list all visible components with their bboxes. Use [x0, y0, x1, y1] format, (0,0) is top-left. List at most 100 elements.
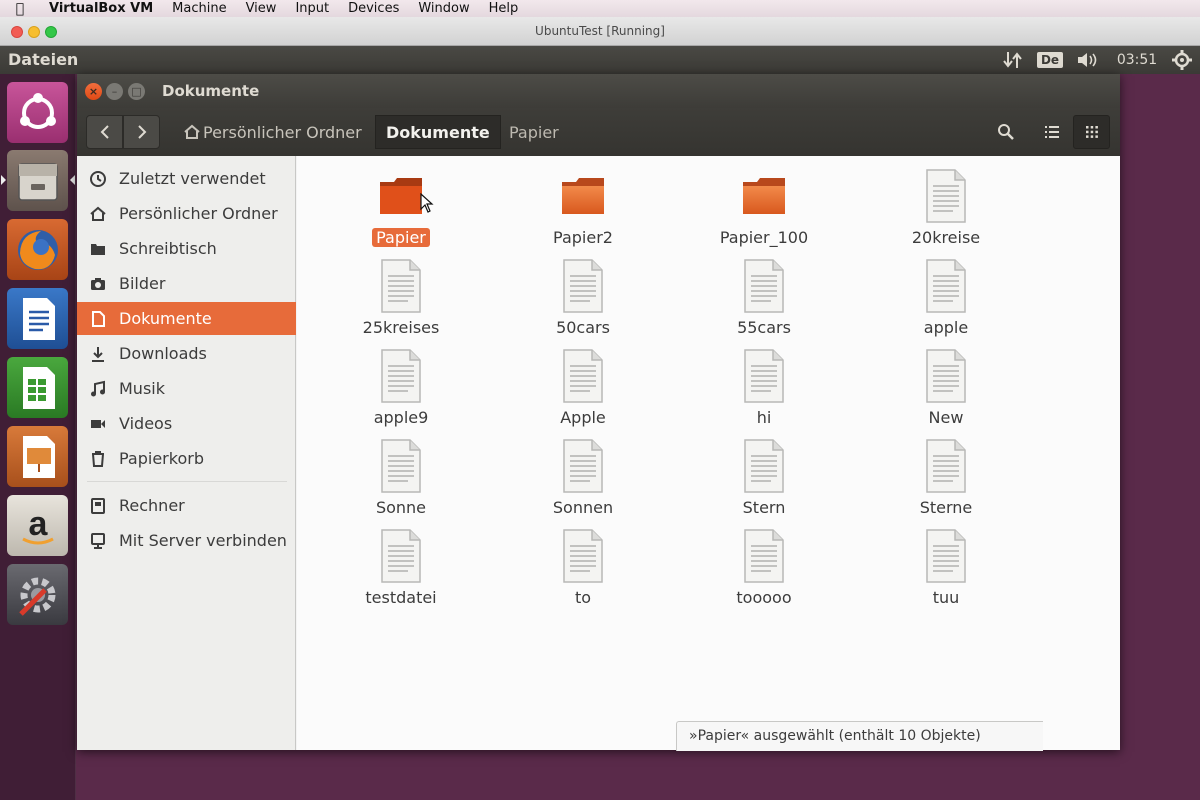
menu-virtualbox-vm[interactable]: VirtualBox VM: [40, 0, 163, 17]
sidebar-item-persönlicher-ordner[interactable]: Persönlicher Ordner: [77, 197, 296, 230]
sidebar-item-videos[interactable]: Videos: [77, 407, 296, 440]
breadcrumb-dokumente[interactable]: Dokumente: [375, 115, 501, 149]
file-name-label: tooooo: [674, 587, 854, 609]
file-item[interactable]: apple: [856, 250, 1036, 340]
search-icon: [997, 124, 1014, 140]
system-settings-icon: [18, 577, 55, 616]
sidebar-item-label: Mit Server verbinden: [119, 531, 287, 550]
text-file-icon: [560, 528, 606, 584]
folder-icon: [89, 240, 107, 258]
file-item[interactable]: Stern: [674, 430, 854, 520]
file-item[interactable]: Sterne: [856, 430, 1036, 520]
vbox-titlebar: UbuntuTest [Running]: [0, 17, 1200, 46]
file-name: 25kreises: [362, 318, 440, 337]
apple-menu-icon[interactable]: : [0, 1, 40, 17]
keyboard-layout-indicator[interactable]: De: [1036, 46, 1064, 74]
folder-item[interactable]: Papier2: [493, 160, 673, 250]
file-name-label: Stern: [674, 497, 854, 519]
launcher-firefox[interactable]: [7, 219, 68, 280]
menu-input[interactable]: Input: [286, 0, 339, 17]
forward-button[interactable]: [123, 115, 160, 149]
sidebar-item-label: Rechner: [119, 496, 185, 515]
file-item[interactable]: hi: [674, 340, 854, 430]
window-maximize-button[interactable]: □: [128, 83, 145, 100]
file-item[interactable]: tuu: [856, 520, 1036, 610]
window-close-button[interactable]: ×: [85, 83, 102, 100]
sidebar-item-papierkorb[interactable]: Papierkorb: [77, 442, 296, 475]
file-name-label: Sterne: [856, 497, 1036, 519]
places-sidebar: Zuletzt verwendet Persönlicher Ordner Schr…: [77, 156, 296, 750]
launcher-impress[interactable]: [7, 426, 68, 487]
file-item[interactable]: Sonne: [311, 430, 491, 520]
file-item[interactable]: Sonnen: [493, 430, 673, 520]
sound-indicator-icon[interactable]: [1074, 46, 1102, 74]
launcher-dash[interactable]: [7, 82, 68, 143]
launcher-settings[interactable]: [7, 564, 68, 625]
file-name: Papier2: [553, 228, 613, 247]
folder-item[interactable]: Papier_100: [674, 160, 854, 250]
libreoffice-calc-icon: [22, 366, 55, 409]
file-name-label: 50cars: [493, 317, 673, 339]
file-name: tooooo: [736, 588, 792, 607]
sidebar-item-zuletzt-verwendet[interactable]: Zuletzt verwendet: [77, 162, 296, 195]
text-file-icon: [560, 258, 606, 314]
unity-launcher: a: [0, 74, 76, 800]
search-button[interactable]: [987, 115, 1024, 149]
file-item[interactable]: tooooo: [674, 520, 854, 610]
list-view-button[interactable]: [1033, 115, 1070, 149]
file-item[interactable]: 25kreises: [311, 250, 491, 340]
music-icon: [89, 380, 107, 398]
back-button[interactable]: [86, 115, 123, 149]
breadcrumb-papier[interactable]: Papier: [498, 115, 570, 149]
file-name: 55cars: [737, 318, 791, 337]
launcher-files[interactable]: [7, 150, 68, 211]
launcher-calc[interactable]: [7, 357, 68, 418]
session-gear-icon[interactable]: [1170, 46, 1194, 74]
sidebar-item-rechner[interactable]: Rechner: [77, 489, 296, 522]
mouse-cursor-icon: [420, 192, 434, 213]
window-minimize-button[interactable]: –: [106, 83, 123, 100]
clock[interactable]: 03:51: [1110, 46, 1164, 74]
sidebar-item-label: Schreibtisch: [119, 239, 217, 258]
menu-machine[interactable]: Machine: [163, 0, 236, 17]
sidebar-item-label: Downloads: [119, 344, 207, 363]
launcher-writer[interactable]: [7, 288, 68, 349]
sidebar-item-schreibtisch[interactable]: Schreibtisch: [77, 232, 296, 265]
file-item[interactable]: New: [856, 340, 1036, 430]
grid-view-button[interactable]: [1073, 115, 1110, 149]
folder-icon: [741, 168, 787, 224]
text-file-icon: [378, 438, 424, 494]
sidebar-item-downloads[interactable]: Downloads: [77, 337, 296, 370]
menu-help[interactable]: Help: [480, 0, 529, 17]
video-icon: [89, 415, 107, 433]
file-name: New: [928, 408, 964, 427]
sidebar-item-mit-server-verbinden[interactable]: Mit Server verbinden: [77, 524, 296, 557]
file-item[interactable]: to: [493, 520, 673, 610]
sidebar-item-label: Bilder: [119, 274, 166, 293]
sidebar-item-label: Papierkorb: [119, 449, 204, 468]
launcher-amazon[interactable]: a: [7, 495, 68, 556]
menu-view[interactable]: View: [237, 0, 287, 17]
menu-devices[interactable]: Devices: [339, 0, 409, 17]
breadcrumb-home[interactable]: Persönlicher Ordner: [172, 115, 373, 149]
list-view-icon: [1044, 126, 1059, 138]
file-name: 50cars: [556, 318, 610, 337]
sidebar-item-dokumente[interactable]: Dokumente: [77, 302, 296, 335]
sidebar-item-musik[interactable]: Musik: [77, 372, 296, 405]
file-item[interactable]: 50cars: [493, 250, 673, 340]
file-item[interactable]: 55cars: [674, 250, 854, 340]
file-item[interactable]: apple9: [311, 340, 491, 430]
sidebar-item-bilder[interactable]: Bilder: [77, 267, 296, 300]
file-name: apple9: [373, 408, 429, 427]
menu-window[interactable]: Window: [409, 0, 479, 17]
network-indicator-icon[interactable]: [1000, 46, 1026, 74]
folder-item[interactable]: Papier: [311, 160, 491, 250]
vbox-window-title: UbuntuTest [Running]: [535, 24, 665, 38]
sidebar-item-label: Zuletzt verwendet: [119, 169, 266, 188]
file-item[interactable]: 20kreise: [856, 160, 1036, 250]
file-item[interactable]: Apple: [493, 340, 673, 430]
document-icon: [89, 310, 107, 328]
svg-text:a: a: [28, 505, 48, 543]
file-item[interactable]: testdatei: [311, 520, 491, 610]
text-file-icon: [560, 438, 606, 494]
